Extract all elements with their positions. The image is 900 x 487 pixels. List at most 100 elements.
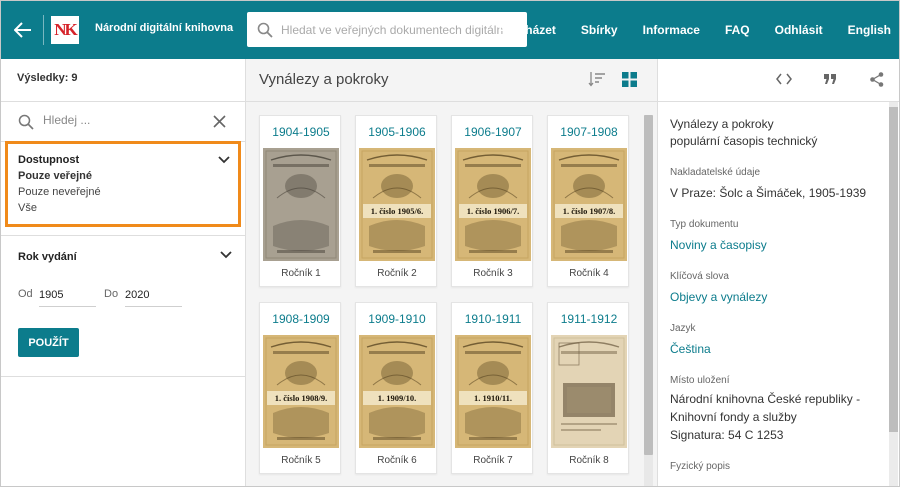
volume-card[interactable]: 1908-1909 1. číslo 1908/9. Ročník 5 <box>259 302 341 474</box>
volume-card[interactable]: 1910-1911 1. 1910/11. Ročník 7 <box>451 302 533 474</box>
back-arrow-icon[interactable] <box>11 18 35 42</box>
sort-icon[interactable] <box>588 71 606 87</box>
access-filter: Dostupnost Pouze veřejné Pouze neveřejné… <box>5 141 241 227</box>
year-from-label: Od <box>18 288 33 300</box>
access-option-public[interactable]: Pouze veřejné <box>18 170 228 182</box>
shelfmark-value: Signatura: 54 C 1253 <box>670 428 784 442</box>
cover-thumbnail[interactable]: 1. 1910/11. <box>455 335 531 448</box>
volume-card[interactable]: 1905-1906 1. číslo 1905/6. Ročník 2 <box>355 115 437 287</box>
nav-language[interactable]: English <box>848 23 891 37</box>
volume-card[interactable]: 1911-1912 Ročník 8 <box>547 302 629 474</box>
results-scrollbar[interactable] <box>644 115 653 455</box>
volume-label[interactable]: Ročník 6 <box>356 455 438 466</box>
metadata: Vynálezy a pokroky populární časopis tec… <box>670 116 880 473</box>
nav-logout[interactable]: Odhlásit <box>775 23 823 37</box>
cover-issue-text: 1. číslo 1908/9. <box>274 393 328 403</box>
field-label: Fyzický popis <box>670 461 731 472</box>
cover-thumbnail[interactable]: 1. 1909/10. <box>359 335 435 448</box>
volume-card[interactable]: 1909-1910 1. 1909/10. Ročník 6 <box>355 302 437 474</box>
cover-thumbnail[interactable] <box>263 148 339 261</box>
topbar-divider <box>43 15 44 45</box>
quote-icon[interactable] <box>824 74 836 84</box>
volume-years[interactable]: 1908-1909 <box>260 312 342 326</box>
field-label: Místo uložení <box>670 375 730 386</box>
chevron-down-icon[interactable] <box>220 251 232 259</box>
cover-issue-text: 1. číslo 1905/6. <box>370 206 424 216</box>
page-title: Vynálezy a pokroky <box>259 71 389 88</box>
share-icon[interactable] <box>870 72 884 87</box>
results-panel: Vynálezy a pokroky 1904-1905 Ročník 1 1905… <box>246 59 658 486</box>
field-label: Jazyk <box>670 323 696 334</box>
language-link[interactable]: Čeština <box>670 341 880 358</box>
doc-type-link[interactable]: Noviny a časopisy <box>670 237 880 254</box>
apply-button[interactable]: POUŽÍT <box>18 328 79 357</box>
access-filter-title[interactable]: Dostupnost <box>18 154 228 166</box>
volume-label[interactable]: Ročník 3 <box>452 268 534 279</box>
filter-search <box>1 102 245 142</box>
year-to-input[interactable] <box>125 283 182 307</box>
main-nav: Procházet Sbírky Informace FAQ Odhlásit … <box>474 1 891 59</box>
cover-issue-text: 1. 1909/10. <box>377 393 417 403</box>
access-option-all[interactable]: Vše <box>18 202 228 214</box>
volume-label[interactable]: Ročník 2 <box>356 268 438 279</box>
close-icon[interactable] <box>212 114 227 129</box>
volume-card[interactable]: 1904-1905 Ročník 1 <box>259 115 341 287</box>
cover-thumbnail[interactable] <box>551 335 627 448</box>
field-label: Nakladatelské údaje <box>670 167 761 178</box>
search-icon <box>257 22 273 38</box>
cover-thumbnail[interactable]: 1. číslo 1906/7. <box>455 148 531 261</box>
grid-view-icon[interactable] <box>622 72 637 87</box>
field-label: Typ dokumentu <box>670 219 739 230</box>
results-count: Výsledky: 9 <box>1 59 245 102</box>
volume-years[interactable]: 1906-1907 <box>452 125 534 139</box>
access-option-private[interactable]: Pouze neveřejné <box>18 186 228 198</box>
logo[interactable]: NK <box>51 16 79 44</box>
nav-collections[interactable]: Sbírky <box>581 23 618 37</box>
year-from-input[interactable] <box>39 283 96 307</box>
volume-label[interactable]: Ročník 5 <box>260 455 342 466</box>
top-bar: NK Národní digitální knihovna Procházet … <box>1 1 899 59</box>
publisher-value: V Praze: Šolc a Šimáček, 1905-1939 <box>670 186 867 200</box>
detail-panel: Vynálezy a pokroky populární časopis tec… <box>658 59 899 486</box>
cover-thumbnail[interactable]: 1. číslo 1905/6. <box>359 148 435 261</box>
detail-toolbar <box>658 59 899 102</box>
year-filter: Rok vydání Od Do POUŽÍT <box>1 235 246 377</box>
location-value: Knihovní fondy a služby <box>670 410 797 424</box>
nav-browse[interactable]: Procházet <box>499 23 556 37</box>
year-filter-title[interactable]: Rok vydání <box>18 251 77 263</box>
filter-panel: Výsledky: 9 Dostupnost Pouze veřejné Pou… <box>1 59 246 486</box>
cover-thumbnail[interactable]: 1. číslo 1907/8. <box>551 148 627 261</box>
keyword-link[interactable]: Objevy a vynálezy <box>670 289 880 306</box>
detail-title: Vynálezy a pokroky <box>670 117 774 131</box>
nav-faq[interactable]: FAQ <box>725 23 750 37</box>
field-label: Klíčová slova <box>670 271 729 282</box>
volume-years[interactable]: 1909-1910 <box>356 312 438 326</box>
cover-issue-text: 1. číslo 1907/8. <box>562 206 616 216</box>
volume-label[interactable]: Ročník 4 <box>548 268 630 279</box>
detail-scrollbar[interactable] <box>889 107 898 432</box>
cover-issue-text: 1. 1910/11. <box>473 393 513 403</box>
logo-text: NK <box>54 20 77 39</box>
volume-years[interactable]: 1907-1908 <box>548 125 630 139</box>
chevron-down-icon[interactable] <box>218 156 230 164</box>
volume-label[interactable]: Ročník 1 <box>260 268 342 279</box>
volume-years[interactable]: 1911-1912 <box>548 312 630 326</box>
cover-issue-text: 1. číslo 1906/7. <box>466 206 520 216</box>
location-value: Národní knihovna České republiky - <box>670 392 861 406</box>
brand-name[interactable]: Národní digitální knihovna <box>95 22 233 34</box>
volume-card[interactable]: 1907-1908 1. číslo 1907/8. Ročník 4 <box>547 115 629 287</box>
cover-thumbnail[interactable]: 1. číslo 1908/9. <box>263 335 339 448</box>
volume-card[interactable]: 1906-1907 1. číslo 1906/7. Ročník 3 <box>451 115 533 287</box>
app-window: NK Národní digitální knihovna Procházet … <box>0 0 900 487</box>
volume-years[interactable]: 1905-1906 <box>356 125 438 139</box>
search-icon <box>18 114 34 130</box>
volume-years[interactable]: 1910-1911 <box>452 312 534 326</box>
nav-info[interactable]: Informace <box>643 23 700 37</box>
volume-label[interactable]: Ročník 8 <box>548 455 630 466</box>
filter-search-input[interactable] <box>43 113 193 127</box>
code-icon[interactable] <box>776 72 792 86</box>
year-to-label: Do <box>104 288 119 300</box>
volume-years[interactable]: 1904-1905 <box>260 125 342 139</box>
volume-label[interactable]: Ročník 7 <box>452 455 534 466</box>
results-header: Vynálezy a pokroky <box>246 59 657 102</box>
